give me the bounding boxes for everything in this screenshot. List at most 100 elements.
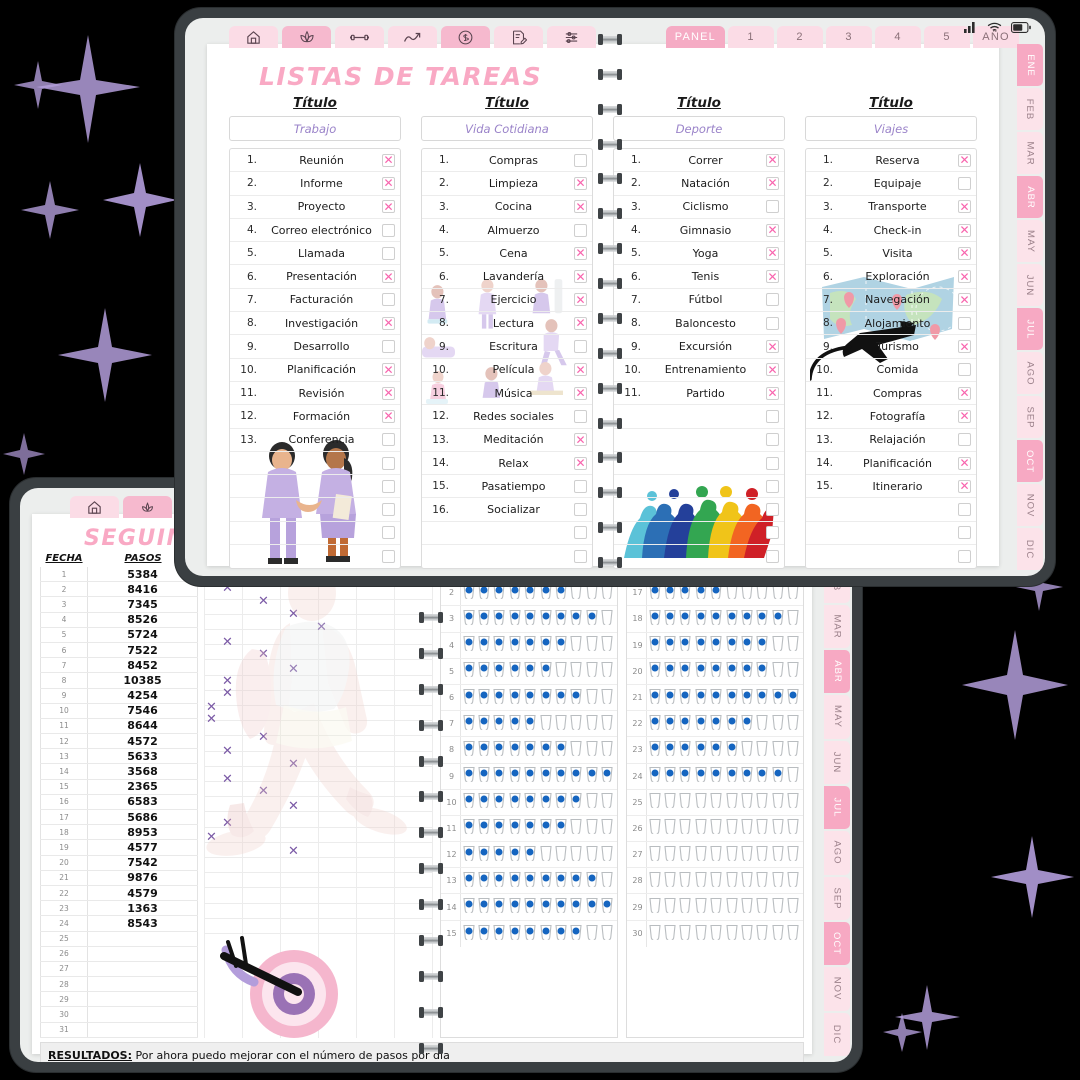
water-glass[interactable] <box>539 871 553 891</box>
task-checkbox[interactable] <box>766 200 779 214</box>
water-glass[interactable] <box>462 661 476 681</box>
water-glass[interactable] <box>523 635 537 655</box>
water-glass[interactable] <box>663 635 677 655</box>
water-glass[interactable] <box>740 766 754 786</box>
water-glass[interactable] <box>600 871 614 891</box>
task-row[interactable] <box>230 522 400 546</box>
water-glass[interactable] <box>694 740 708 760</box>
task-checkbox[interactable] <box>382 479 395 493</box>
task-row[interactable] <box>422 522 592 546</box>
water-glass[interactable] <box>648 845 662 865</box>
task-row[interactable]: 8. Investigación ✕ <box>230 312 400 336</box>
task-checkbox[interactable]: ✕ <box>382 316 395 330</box>
water-glass[interactable] <box>725 635 739 655</box>
water-glass[interactable] <box>462 766 476 786</box>
category-input[interactable]: Vida Cotidiana <box>421 116 593 141</box>
task-checkbox[interactable] <box>382 433 395 447</box>
water-glass[interactable] <box>709 688 723 708</box>
water-glass[interactable] <box>725 740 739 760</box>
steps-row[interactable]: 28 <box>40 977 198 993</box>
water-glass[interactable] <box>663 924 677 944</box>
category-input[interactable]: Deporte <box>613 116 785 141</box>
water-glass[interactable] <box>709 818 723 838</box>
water-row[interactable]: 19 <box>627 632 803 659</box>
task-checkbox[interactable]: ✕ <box>574 246 587 260</box>
water-glass[interactable] <box>477 924 491 944</box>
task-row[interactable]: 2. Equipaje <box>806 172 976 196</box>
water-glass[interactable] <box>786 924 800 944</box>
water-glass[interactable] <box>648 740 662 760</box>
category-input[interactable]: Viajes <box>805 116 977 141</box>
month-tab-nov[interactable]: NOV <box>824 967 850 1011</box>
water-glass[interactable] <box>585 897 599 917</box>
task-row[interactable]: 2. Limpieza ✕ <box>422 172 592 196</box>
water-glass[interactable] <box>786 635 800 655</box>
water-glass[interactable] <box>786 792 800 812</box>
water-glass[interactable] <box>709 897 723 917</box>
month-tab-abr[interactable]: ABR <box>1017 176 1043 218</box>
water-glass[interactable] <box>786 688 800 708</box>
task-checkbox[interactable]: ✕ <box>766 176 779 190</box>
water-glass[interactable] <box>771 897 785 917</box>
water-glass[interactable] <box>539 635 553 655</box>
water-glass[interactable] <box>771 635 785 655</box>
water-glass[interactable] <box>648 818 662 838</box>
water-row[interactable]: 24 <box>627 763 803 790</box>
task-row[interactable] <box>614 475 784 499</box>
water-glass[interactable] <box>539 845 553 865</box>
water-row[interactable]: 9 <box>441 763 617 790</box>
water-glass[interactable] <box>539 897 553 917</box>
water-glass[interactable] <box>786 871 800 891</box>
water-glass[interactable] <box>740 740 754 760</box>
toolbar-settings-tab[interactable] <box>547 26 596 48</box>
water-glass[interactable] <box>508 740 522 760</box>
water-glass[interactable] <box>477 661 491 681</box>
water-glass[interactable] <box>786 714 800 734</box>
month-tab-ene[interactable]: ENE <box>1017 44 1043 86</box>
water-glass[interactable] <box>569 792 583 812</box>
task-row[interactable] <box>230 452 400 476</box>
water-glass[interactable] <box>600 661 614 681</box>
water-glass[interactable] <box>554 688 568 708</box>
water-glass[interactable] <box>694 924 708 944</box>
water-glass[interactable] <box>523 766 537 786</box>
task-row[interactable]: 9. Turismo ✕ <box>806 335 976 359</box>
water-glass[interactable] <box>678 924 692 944</box>
toolbar-notes-tab[interactable] <box>494 26 543 48</box>
water-glass[interactable] <box>663 609 677 629</box>
water-glass[interactable] <box>554 609 568 629</box>
water-glass[interactable] <box>740 661 754 681</box>
water-glass[interactable] <box>523 688 537 708</box>
water-glass[interactable] <box>554 897 568 917</box>
steps-row[interactable]: 21 9876 <box>40 870 198 886</box>
water-row[interactable]: 21 <box>627 684 803 712</box>
task-checkbox[interactable]: ✕ <box>382 153 395 167</box>
water-glass[interactable] <box>648 688 662 708</box>
page-tab-2[interactable]: 2 <box>777 26 823 48</box>
water-glass[interactable] <box>477 897 491 917</box>
task-checkbox[interactable]: ✕ <box>574 270 587 284</box>
water-glass[interactable] <box>508 661 522 681</box>
water-glass[interactable] <box>477 845 491 865</box>
water-glass[interactable] <box>492 845 506 865</box>
water-glass[interactable] <box>508 871 522 891</box>
water-glass[interactable] <box>462 792 476 812</box>
water-glass[interactable] <box>694 818 708 838</box>
water-row[interactable]: 13 <box>441 868 617 895</box>
page-tab-panel[interactable]: PANEL <box>665 26 725 48</box>
water-glass[interactable] <box>648 609 662 629</box>
water-row[interactable]: 27 <box>627 842 803 869</box>
water-glass[interactable] <box>648 661 662 681</box>
water-glass[interactable] <box>539 714 553 734</box>
water-row[interactable]: 20 <box>627 658 803 685</box>
month-tab-sep[interactable]: SEP <box>1017 396 1043 438</box>
steps-row[interactable]: 16 6583 <box>40 794 198 810</box>
month-tab-feb[interactable]: FEB <box>1017 88 1043 130</box>
task-checkbox[interactable] <box>766 293 779 307</box>
steps-row[interactable]: 13 5633 <box>40 749 198 765</box>
month-tab-jul[interactable]: JUL <box>824 785 850 830</box>
water-glass[interactable] <box>663 714 677 734</box>
task-checkbox[interactable] <box>766 433 779 447</box>
water-glass[interactable] <box>554 845 568 865</box>
water-glass[interactable] <box>725 714 739 734</box>
